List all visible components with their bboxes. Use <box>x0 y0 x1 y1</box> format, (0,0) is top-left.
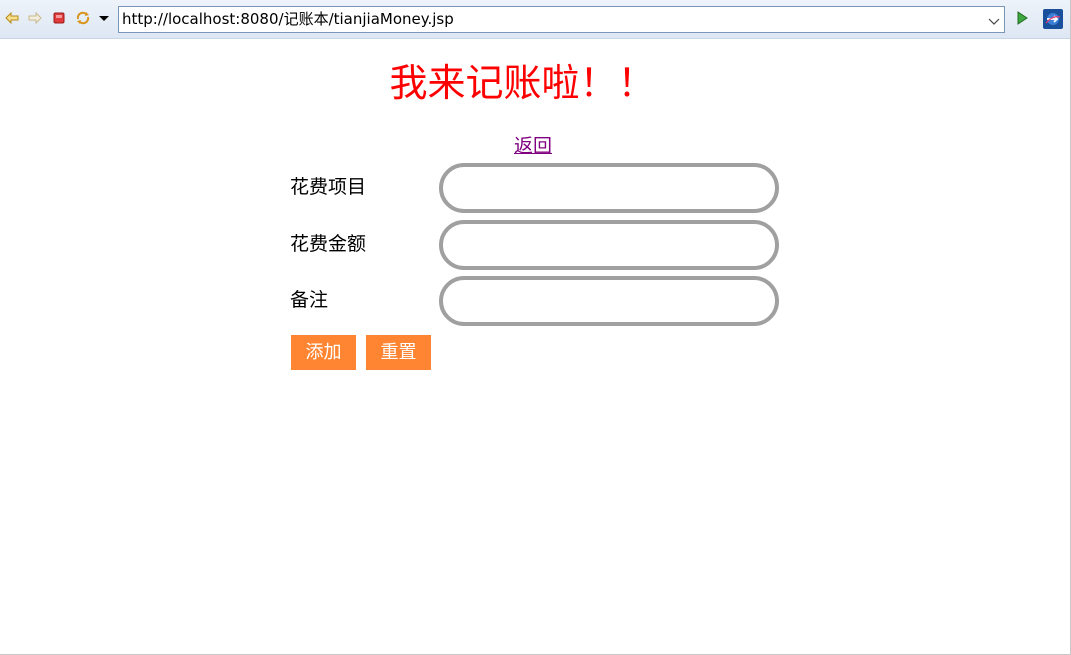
remark-input[interactable] <box>439 276 779 326</box>
stop-icon[interactable] <box>51 10 67 26</box>
refresh-icon[interactable] <box>75 10 91 26</box>
external-browser-icon[interactable] <box>1043 9 1063 29</box>
remark-label: 备注 <box>290 289 329 311</box>
expense-item-input[interactable] <box>439 163 779 213</box>
back-arrow-icon[interactable] <box>4 10 20 26</box>
add-button[interactable]: 添加 <box>291 335 356 370</box>
url-input[interactable] <box>122 7 982 32</box>
expense-item-label: 花费项目 <box>290 176 367 198</box>
expense-amount-label: 花费金额 <box>290 233 367 255</box>
url-dropdown-icon[interactable] <box>987 13 1001 27</box>
browser-toolbar <box>0 0 1070 39</box>
go-icon[interactable] <box>1014 10 1030 26</box>
expense-amount-input[interactable] <box>439 220 779 270</box>
menu-dropdown-icon[interactable] <box>96 10 112 26</box>
address-bar <box>118 6 1005 33</box>
reset-button[interactable]: 重置 <box>366 335 431 370</box>
page-title: 我来记账啦！！ <box>389 61 656 105</box>
forward-arrow-icon[interactable] <box>27 10 43 26</box>
back-link[interactable]: 返回 <box>514 133 552 159</box>
browser-window: 我来记账啦！！ 返回 花费项目 花费金额 备注 添加 重置 <box>0 0 1071 655</box>
